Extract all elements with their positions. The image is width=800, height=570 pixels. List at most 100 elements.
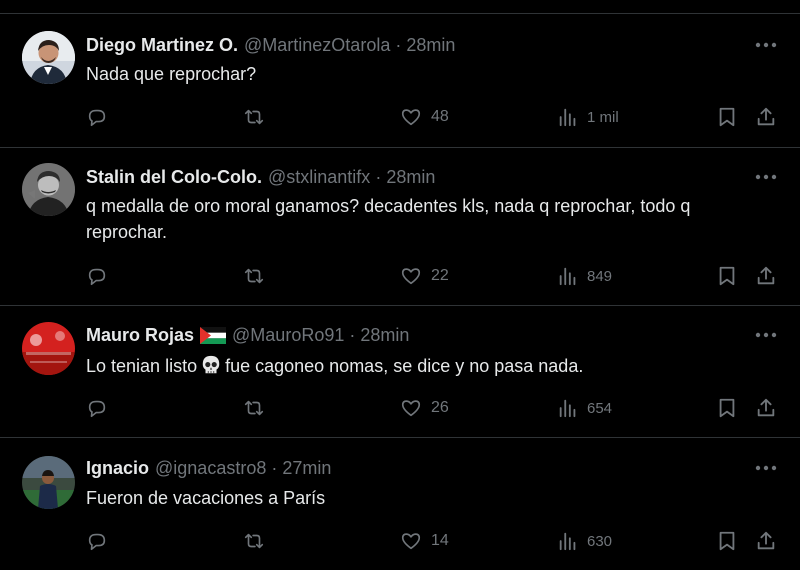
timestamp[interactable]: 27min [282, 458, 331, 479]
bookmark-icon [719, 107, 735, 127]
bookmark-button[interactable] [716, 104, 738, 130]
display-name[interactable]: Ignacio [86, 458, 149, 479]
like-count: 48 [431, 108, 449, 125]
separator-dot: · [271, 457, 278, 478]
reply-button[interactable] [86, 395, 117, 421]
reply-icon [88, 268, 106, 286]
share-icon [757, 531, 775, 550]
like-button[interactable]: 22 [400, 263, 449, 289]
share-button[interactable] [755, 104, 777, 130]
more-options-button[interactable] [754, 325, 778, 345]
share-icon [757, 398, 775, 417]
avatar[interactable] [22, 322, 75, 375]
avatar[interactable] [22, 456, 75, 509]
more-dots-icon [755, 174, 777, 180]
reply-button[interactable] [86, 528, 117, 554]
separator-dot: · [375, 166, 382, 187]
retweet-button[interactable] [243, 528, 274, 554]
tweet-actions: 48 1 mil [0, 104, 800, 130]
retweet-button[interactable] [243, 263, 274, 289]
avatar[interactable] [22, 31, 75, 84]
timestamp[interactable]: 28min [360, 325, 409, 346]
reply-icon [88, 533, 106, 551]
views-button[interactable]: 849 [557, 263, 612, 289]
username-handle[interactable]: @MauroRo91 [232, 325, 344, 346]
tweet[interactable]: Diego Martinez O. @MartinezOtarola · 28m… [0, 14, 800, 148]
heart-icon [401, 400, 421, 417]
retweet-button[interactable] [243, 104, 274, 130]
retweet-icon [244, 400, 264, 416]
tweet-text: Lo tenian listo fue cagoneo nomas, se dic… [86, 353, 786, 379]
tweet-text: Fueron de vacaciones a París [86, 488, 326, 508]
bookmark-icon [719, 531, 735, 551]
views-chart-icon [559, 267, 576, 286]
more-dots-icon [755, 332, 777, 338]
more-options-button[interactable] [754, 35, 778, 55]
retweet-button[interactable] [243, 395, 274, 421]
timestamp[interactable]: 28min [386, 167, 435, 188]
views-chart-icon [559, 399, 576, 418]
heart-icon [401, 109, 421, 126]
like-button[interactable]: 48 [400, 104, 449, 130]
share-icon [757, 107, 775, 126]
bookmark-button[interactable] [716, 395, 738, 421]
skull-emoji-icon [202, 355, 220, 374]
tweet-actions: 14 630 [0, 528, 800, 554]
retweet-icon [244, 533, 264, 549]
views-count: 654 [587, 399, 613, 417]
tweet[interactable]: Mauro Rojas @MauroRo91 · 28min Lo tenian… [0, 306, 800, 438]
timestamp[interactable]: 28min [406, 35, 455, 56]
username-handle[interactable]: @ignacastro8 [155, 458, 266, 479]
tweet[interactable]: Stalin del Colo-Colo. @stxlinantifx · 28… [0, 148, 800, 306]
tweet-header: Mauro Rojas @MauroRo91 · 28min [86, 323, 409, 347]
reply-icon [88, 109, 106, 127]
bookmark-button[interactable] [716, 263, 738, 289]
more-options-button[interactable] [754, 167, 778, 187]
like-count: 14 [431, 532, 449, 549]
tweet-text-part: Lo tenian listo [86, 356, 198, 376]
heart-icon [401, 268, 421, 285]
tweet-header: Ignacio @ignacastro8 · 27min [86, 456, 331, 480]
views-chart-icon [559, 532, 576, 551]
separator-dot: · [349, 324, 356, 345]
share-icon [757, 266, 775, 285]
share-button[interactable] [755, 395, 777, 421]
heart-icon [401, 533, 421, 550]
share-button[interactable] [755, 528, 777, 554]
more-options-button[interactable] [754, 458, 778, 478]
like-button[interactable]: 14 [400, 528, 449, 554]
tweet-feed: Diego Martinez O. @MartinezOtarola · 28m… [0, 0, 800, 570]
views-button[interactable]: 630 [557, 528, 612, 554]
avatar[interactable] [22, 163, 75, 216]
retweet-icon [244, 268, 264, 284]
views-button[interactable]: 654 [557, 395, 612, 421]
views-chart-icon [559, 108, 576, 127]
views-count: 849 [587, 267, 613, 285]
tweet-header: Stalin del Colo-Colo. @stxlinantifx · 28… [86, 165, 435, 189]
tweet-actions: 22 849 [0, 263, 800, 289]
display-name[interactable]: Stalin del Colo-Colo. [86, 167, 262, 188]
like-button[interactable]: 26 [400, 395, 449, 421]
display-name[interactable]: Diego Martinez O. [86, 35, 238, 56]
reply-button[interactable] [86, 104, 117, 130]
tweet-text-part: fue cagoneo nomas, se dice y no pasa nad… [225, 356, 584, 376]
username-handle[interactable]: @stxlinantifx [268, 167, 370, 188]
more-dots-icon [755, 42, 777, 48]
bookmark-button[interactable] [716, 528, 738, 554]
separator-dot: · [395, 34, 402, 55]
views-count: 1 mil [587, 108, 619, 126]
like-count: 26 [431, 399, 449, 416]
bookmark-icon [719, 398, 735, 418]
palestine-flag-icon [200, 326, 227, 344]
reply-button[interactable] [86, 263, 117, 289]
tweet[interactable]: Ignacio @ignacastro8 · 27min Fueron de v… [0, 438, 800, 570]
username-handle[interactable]: @MartinezOtarola [244, 35, 390, 56]
display-name[interactable]: Mauro Rojas [86, 325, 194, 346]
reply-icon [88, 400, 106, 418]
views-count: 630 [587, 532, 613, 550]
retweet-icon [244, 109, 264, 125]
views-button[interactable]: 1 mil [557, 104, 619, 130]
tweet-actions: 26 654 [0, 395, 800, 421]
tweet-text: q medalla de oro moral ganamos? decadent… [86, 196, 691, 242]
share-button[interactable] [755, 263, 777, 289]
